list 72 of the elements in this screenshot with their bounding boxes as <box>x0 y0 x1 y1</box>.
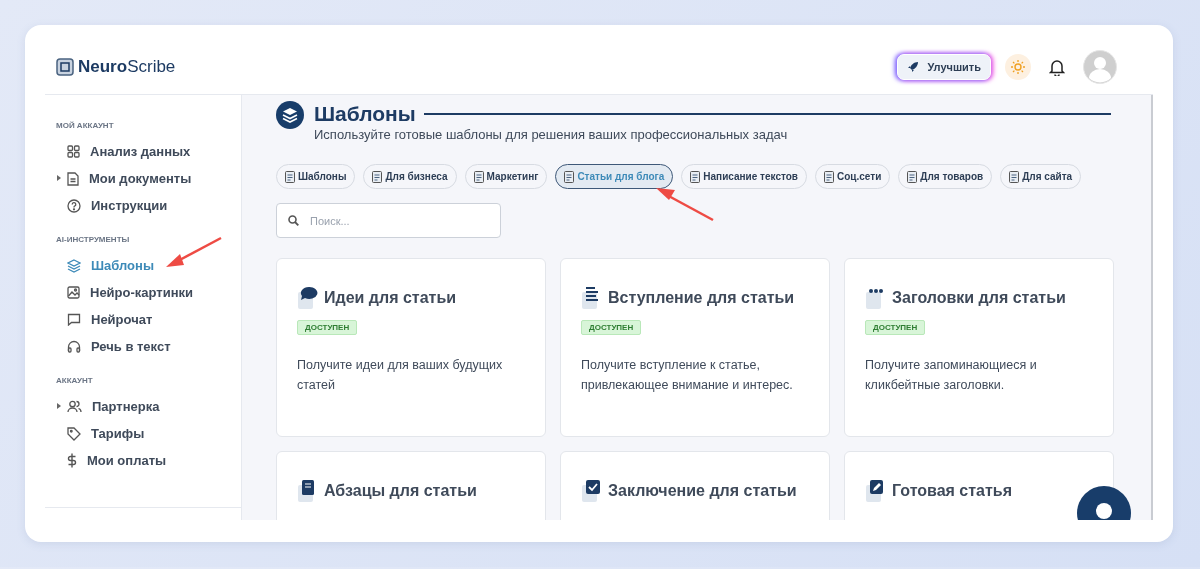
card-title: Идеи для статьи <box>324 289 457 307</box>
page-title: Шаблоны <box>314 101 416 127</box>
card-description: Получите вступление к статье, привлекающее внимание и интерес. <box>581 357 794 394</box>
document-icon <box>824 170 834 183</box>
chat-support-button[interactable] <box>1077 486 1131 520</box>
category-tab[interactable]: Написание текстов <box>681 164 807 189</box>
sidebar-item[interactable]: Анализ данных <box>67 144 191 159</box>
bell-icon[interactable] <box>1049 58 1065 76</box>
sidebar-item[interactable]: Нейрочат <box>67 312 153 327</box>
document-icon <box>564 170 575 183</box>
document-icon <box>1009 170 1020 183</box>
upgrade-button[interactable]: Улучшить <box>897 54 991 80</box>
users-icon <box>67 400 82 413</box>
document-icon <box>372 170 383 183</box>
card-title: Вступление для статьи <box>608 289 795 307</box>
sidebar-item[interactable]: Тарифы <box>67 426 145 441</box>
status-badge: ДОСТУПЕН <box>581 320 642 335</box>
card-title: Заключение для статьи <box>608 482 797 500</box>
caret-icon[interactable] <box>57 175 61 181</box>
card-description: Получите идеи для ваших будущих статей <box>297 357 504 394</box>
search-field[interactable]: Поиск... <box>276 203 501 238</box>
sidebar-item[interactable]: Нейро-картинки <box>67 285 194 300</box>
template-card[interactable]: Идеи для статьи ДОСТУПЕН Получите идеи для ваших будущих статей <box>276 258 546 437</box>
sidebar-section-title: АККАУНТ <box>56 376 94 385</box>
sidebar-item[interactable]: Шаблоны <box>67 258 154 273</box>
category-tab[interactable]: Маркетинг <box>464 164 548 189</box>
card-title: Готовая статья <box>892 482 1012 500</box>
card-title: Заголовки для статьи <box>892 289 1066 307</box>
document-icon <box>907 170 918 183</box>
headphones-icon <box>67 340 81 353</box>
help-icon <box>67 198 81 213</box>
logo-text: NeuroScribe <box>78 57 176 77</box>
document-icon <box>285 170 295 183</box>
document-icon <box>67 171 79 186</box>
status-badge: ДОСТУПЕН <box>297 320 358 335</box>
template-card[interactable]: Вступление для статьи ДОСТУПЕН Получите вступление к статье, привлекающее внимание и интерес. <box>560 258 830 437</box>
image-icon <box>67 286 80 299</box>
sun-icon <box>1011 60 1025 74</box>
card-description: Получите запоминающиеся и кликбейтные заголовки. <box>865 357 1038 394</box>
chat-icon <box>67 313 81 326</box>
document-icon <box>473 170 484 183</box>
category-tab[interactable]: Шаблоны <box>276 164 356 189</box>
caret-icon[interactable] <box>57 403 61 409</box>
category-tab[interactable]: Для бизнеса <box>363 164 457 189</box>
logo-icon <box>56 58 74 76</box>
template-card[interactable]: Заключение для статьи <box>560 451 830 520</box>
card-title: Абзацы для статьи <box>324 482 477 500</box>
speech-bubble-icon <box>297 286 319 310</box>
category-tab[interactable]: Соц.сети <box>815 164 891 189</box>
sidebar-item[interactable]: Мои оплаты <box>67 453 167 468</box>
page-subtitle: Используйте готовые шаблоны для решения ваших профессиональных задач <box>314 127 789 142</box>
sidebar-item[interactable]: Партнерка <box>67 399 160 414</box>
sidebar-item[interactable]: Мои документы <box>67 171 192 186</box>
category-tab[interactable]: Для товаров <box>898 164 993 189</box>
category-tab[interactable]: Для сайта <box>1000 164 1082 189</box>
sidebar-section-title: AI-ИНСТРУМЕНТЫ <box>56 235 131 244</box>
dollar-icon <box>67 453 77 468</box>
template-card[interactable]: Абзацы для статьи <box>276 451 546 520</box>
checkbox-icon <box>581 479 603 503</box>
grid-icon <box>67 145 80 158</box>
document-icon <box>690 170 701 183</box>
layers-icon <box>276 101 304 129</box>
tag-icon <box>67 426 81 441</box>
sidebar-section-title: МОЙ АККАУНТ <box>56 121 115 130</box>
status-badge: ДОСТУПЕН <box>865 320 926 335</box>
layers-icon <box>67 258 81 273</box>
rocket-icon <box>907 61 920 73</box>
template-card[interactable]: Готовая статья <box>844 451 1114 520</box>
sidebar-item[interactable]: Инструкции <box>67 198 168 213</box>
theme-toggle-button[interactable] <box>1005 54 1031 80</box>
template-card[interactable]: Заголовки для статьи ДОСТУПЕН Получите запоминающиеся и кликбейтные заголовки. <box>844 258 1114 437</box>
sidebar-item[interactable]: Речь в текст <box>67 339 171 354</box>
